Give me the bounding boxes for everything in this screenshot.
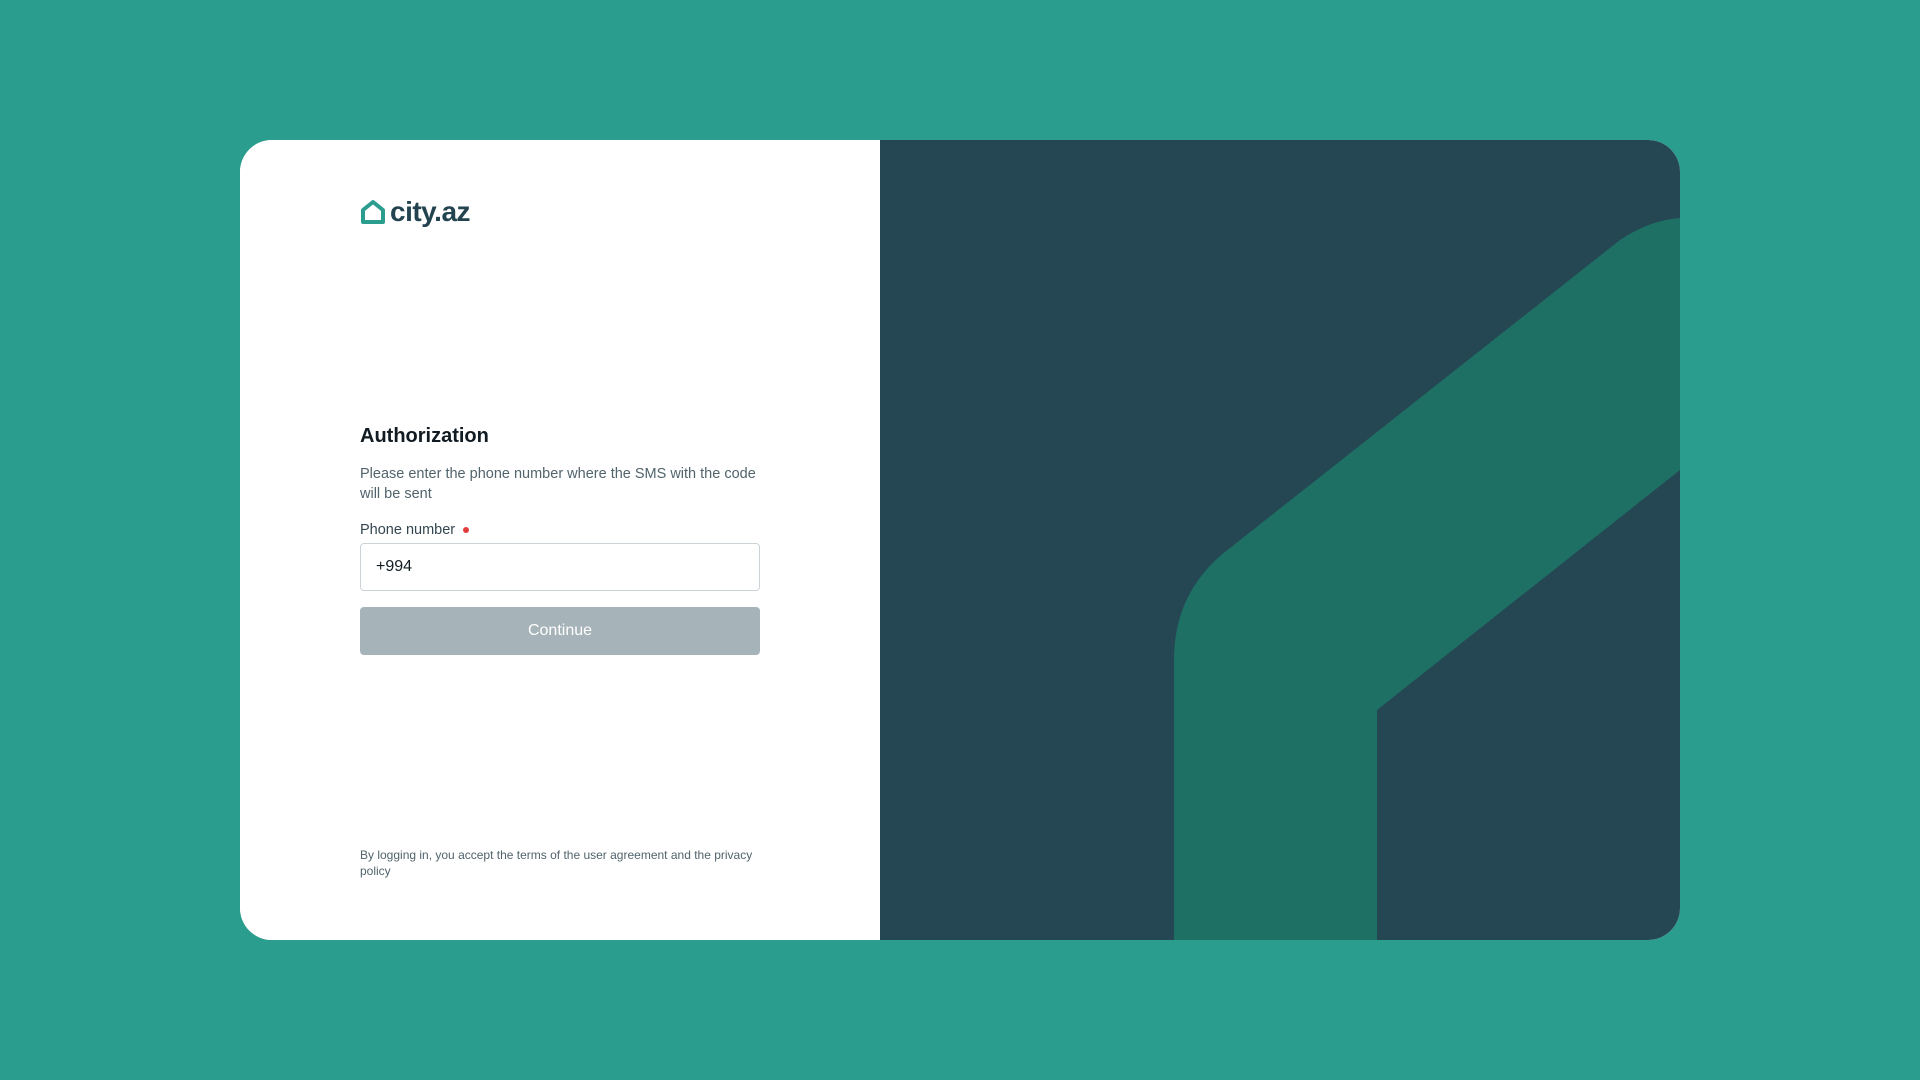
login-panel: city.az Authorization Please enter the p… <box>240 140 880 940</box>
page-title: Authorization <box>360 425 489 447</box>
decorative-shape <box>1174 218 1680 940</box>
house-icon <box>361 200 385 224</box>
decorative-panel <box>880 140 1680 940</box>
brand-name: city.az <box>390 196 471 227</box>
auth-subtitle: Please enter the phone number where the … <box>360 466 756 502</box>
required-indicator-icon <box>463 527 470 533</box>
login-card: city.az Authorization Please enter the p… <box>240 140 1680 940</box>
brand-logo[interactable]: city.az <box>360 196 471 228</box>
continue-button[interactable]: Continue <box>360 607 760 655</box>
phone-label-text: Phone number <box>360 522 456 538</box>
phone-input[interactable] <box>360 543 760 591</box>
terms-notice: By logging in, you accept the terms of t… <box>360 848 753 878</box>
auth-form: Authorization Please enter the phone num… <box>360 422 760 655</box>
phone-field-label: Phone number <box>360 520 760 540</box>
